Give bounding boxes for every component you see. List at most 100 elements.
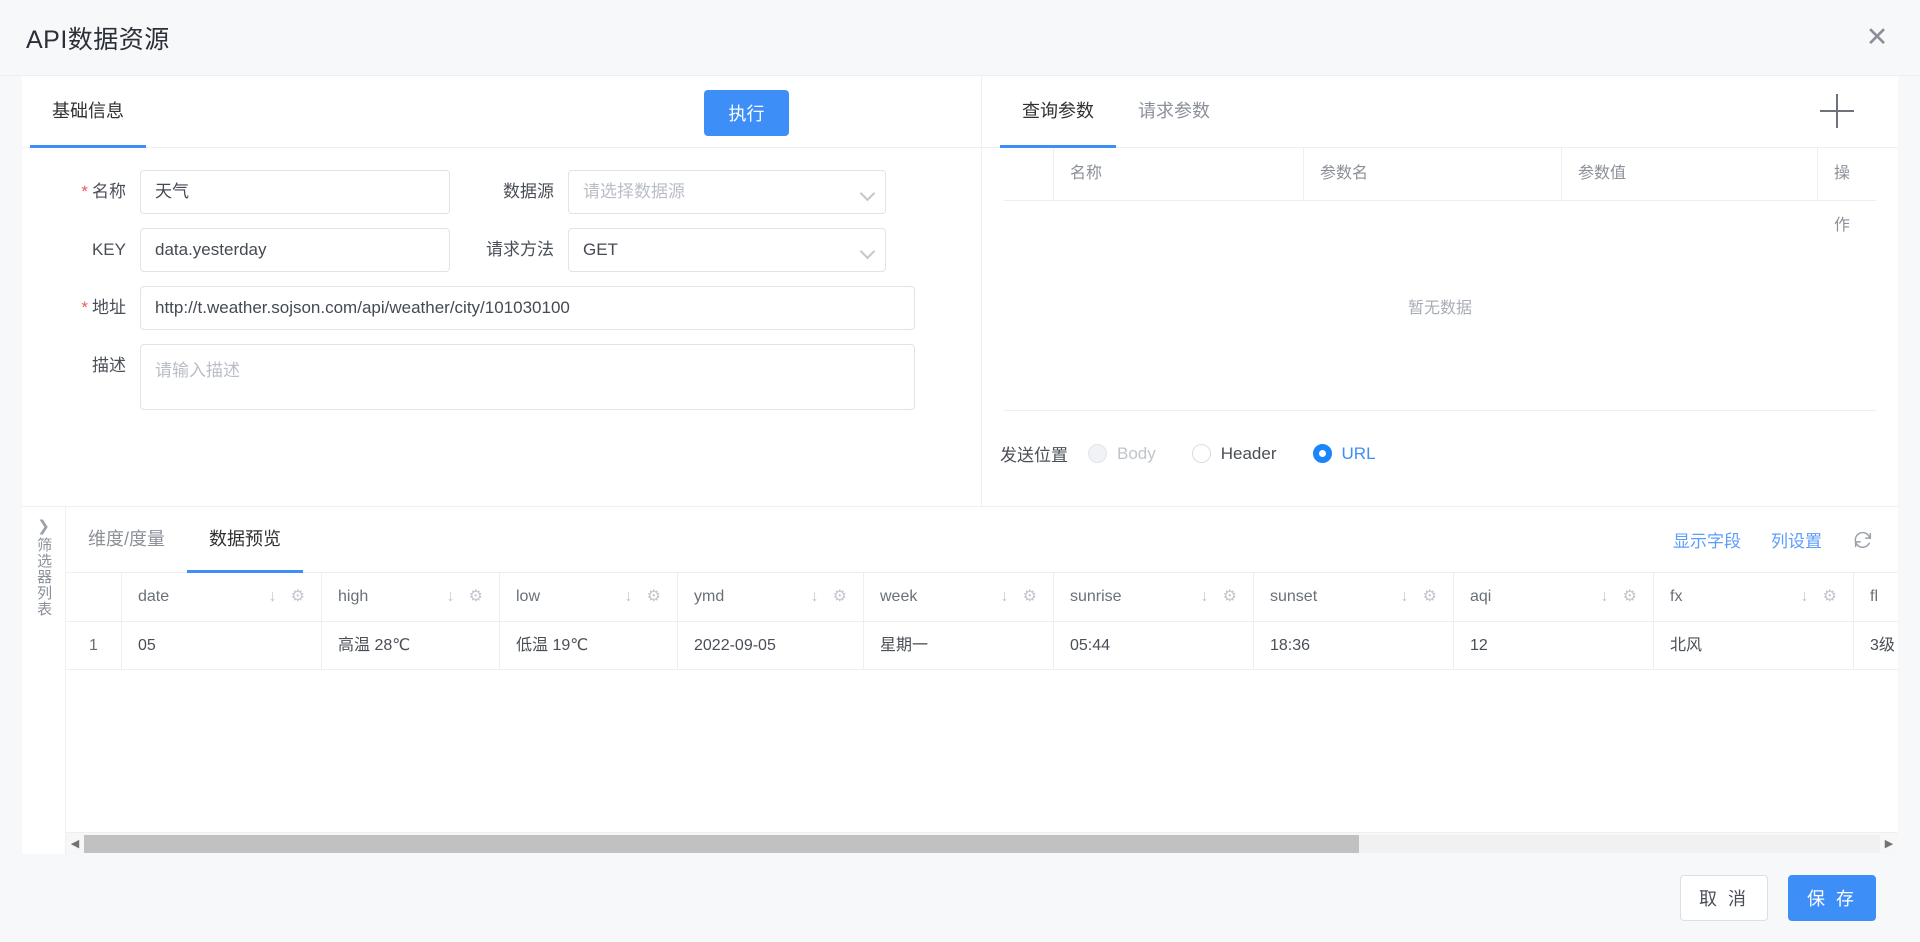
sort-desc-icon[interactable]: ↓: [1801, 573, 1809, 621]
cell-high: 高温 28℃: [322, 622, 500, 670]
column-settings-button[interactable]: 列设置: [1771, 527, 1822, 552]
filter-list-label[interactable]: 筛选器列表: [34, 537, 53, 617]
tab-request-params[interactable]: 请求参数: [1116, 76, 1232, 147]
execute-button[interactable]: 执行: [704, 90, 789, 136]
url-input[interactable]: http://t.weather.sojson.com/api/weather/…: [140, 286, 915, 330]
sort-desc-icon[interactable]: ↓: [1001, 573, 1009, 621]
key-input[interactable]: data.yesterday: [140, 228, 450, 272]
grid-col-low-label: low: [516, 588, 541, 605]
sort-desc-icon[interactable]: ↓: [625, 573, 633, 621]
params-col-param-name: 参数名: [1304, 148, 1562, 200]
radio-header-dot: [1191, 444, 1211, 463]
gear-icon[interactable]: ⚙: [469, 573, 483, 621]
scroll-right-arrow-icon[interactable]: ▶: [1880, 837, 1898, 850]
datasource-select[interactable]: 请选择数据源: [568, 170, 886, 214]
field-method-label: 请求方法: [486, 240, 554, 259]
grid-col-index: [66, 573, 122, 621]
gear-icon[interactable]: ⚙: [1823, 573, 1837, 621]
sort-desc-icon[interactable]: ↓: [269, 573, 277, 621]
cell-ymd: 2022-09-05: [678, 622, 864, 670]
grid-col-date[interactable]: date ↓ ⚙: [122, 573, 322, 621]
grid-col-sunset-icons: ↓ ⚙: [1401, 573, 1437, 621]
field-datasource: 数据源 请选择数据源: [450, 170, 886, 214]
sort-desc-icon[interactable]: ↓: [811, 573, 819, 621]
grid-col-sunset[interactable]: sunset ↓ ⚙: [1254, 573, 1454, 621]
params-col-actions: 操作: [1834, 165, 1851, 234]
save-button[interactable]: 保 存: [1788, 875, 1876, 921]
grid-col-ymd[interactable]: ymd ↓ ⚙: [678, 573, 864, 621]
tab-data-preview[interactable]: 数据预览: [187, 507, 304, 573]
radio-url-label: URL: [1341, 443, 1376, 463]
data-grid-header: date ↓ ⚙ high ↓ ⚙ low ↓ ⚙ ymd ↓ ⚙ week ↓…: [66, 573, 1898, 622]
grid-col-high[interactable]: high ↓ ⚙: [322, 573, 500, 621]
grid-col-date-icons: ↓ ⚙: [269, 573, 305, 621]
sort-desc-icon[interactable]: ↓: [447, 573, 455, 621]
field-datasource-label: 数据源: [503, 182, 554, 201]
tab-query-params[interactable]: 查询参数: [1000, 76, 1116, 148]
gear-icon[interactable]: ⚙: [833, 573, 847, 621]
chevron-down-icon: [859, 185, 876, 202]
sort-desc-icon[interactable]: ↓: [1401, 573, 1409, 621]
params-col-name: 名称: [1054, 148, 1304, 200]
gear-icon[interactable]: ⚙: [291, 573, 305, 621]
filter-list-rail[interactable]: ❯ 筛选器列表: [22, 507, 66, 854]
cancel-button[interactable]: 取 消: [1680, 875, 1768, 921]
show-fields-button[interactable]: 显示字段: [1673, 527, 1741, 552]
add-param-icon[interactable]: [1820, 94, 1854, 128]
grid-col-ymd-label: ymd: [694, 588, 725, 605]
preview-section: ❯ 筛选器列表 维度/度量 数据预览 显示字段 列设置 date ↓ ⚙ hig…: [22, 506, 1898, 854]
grid-col-week[interactable]: week ↓ ⚙: [864, 573, 1054, 621]
cell-date: 05: [122, 622, 322, 670]
horizontal-scrollbar[interactable]: ◀ ▶: [66, 832, 1898, 854]
params-table: 名称 参数名 参数值 操作 暂无数据: [1004, 148, 1876, 411]
tab-query-params-label: 查询参数: [1022, 101, 1094, 121]
field-name: * 名称 天气: [22, 170, 450, 214]
scroll-left-arrow-icon[interactable]: ◀: [66, 837, 84, 850]
scrollbar-thumb[interactable]: [84, 834, 1360, 853]
tab-basic-info[interactable]: 基础信息: [30, 76, 146, 148]
radio-header[interactable]: Header: [1191, 443, 1277, 464]
grid-col-low[interactable]: low ↓ ⚙: [500, 573, 678, 621]
data-grid-inner: date ↓ ⚙ high ↓ ⚙ low ↓ ⚙ ymd ↓ ⚙ week ↓…: [66, 573, 1898, 670]
grid-col-fx[interactable]: fx ↓ ⚙: [1654, 573, 1854, 621]
grid-col-fx-icons: ↓ ⚙: [1801, 573, 1837, 621]
form-row-description: 描述 请输入描述: [22, 344, 981, 410]
description-textarea[interactable]: 请输入描述: [140, 344, 915, 410]
refresh-icon[interactable]: [1852, 529, 1874, 551]
grid-col-fl[interactable]: fl ↓ ⚙: [1854, 573, 1898, 621]
form-row-url: * 地址 http://t.weather.sojson.com/api/weat…: [22, 286, 981, 330]
dialog-footer: 取 消 保 存: [0, 854, 1920, 942]
radio-body[interactable]: Body: [1088, 444, 1156, 464]
form-row-key-method: KEY data.yesterday 请求方法 GET: [22, 228, 981, 272]
field-key: KEY data.yesterday: [22, 228, 450, 272]
chevron-right-icon[interactable]: ❯: [37, 517, 50, 535]
api-data-source-dialog: API数据资源 ✕ 基础信息 执行 * 名称 天气 数据源 请选择数据源 KEY…: [0, 0, 1920, 942]
method-select[interactable]: GET: [568, 228, 886, 272]
grid-col-date-label: date: [138, 588, 170, 605]
name-input[interactable]: 天气: [140, 170, 450, 214]
gear-icon[interactable]: ⚙: [1423, 573, 1437, 621]
close-icon[interactable]: ✕: [1862, 22, 1892, 52]
grid-col-sunrise[interactable]: sunrise ↓ ⚙: [1054, 573, 1254, 621]
cell-fx: 北风: [1654, 622, 1854, 670]
top-section: 基础信息 执行 * 名称 天气 数据源 请选择数据源 KEY data.yest…: [22, 76, 1898, 506]
basic-info-form: * 名称 天气 数据源 请选择数据源 KEY data.yesterday 请求…: [22, 148, 981, 410]
params-tabbar: 查询参数 请求参数: [982, 76, 1898, 148]
preview-tabbar: 维度/度量 数据预览 显示字段 列设置: [66, 507, 1898, 573]
gear-icon[interactable]: ⚙: [1023, 573, 1037, 621]
sort-desc-icon[interactable]: ↓: [1601, 573, 1609, 621]
tab-dimension-measure[interactable]: 维度/度量: [66, 507, 187, 572]
radio-header-label: Header: [1220, 443, 1277, 463]
tab-basic-info-label: 基础信息: [52, 101, 124, 121]
grid-col-aqi[interactable]: aqi ↓ ⚙: [1454, 573, 1654, 621]
grid-col-fl-label: fl: [1870, 588, 1878, 605]
gear-icon[interactable]: ⚙: [1623, 573, 1637, 621]
radio-url[interactable]: URL: [1312, 443, 1376, 464]
scrollbar-track[interactable]: [84, 834, 1880, 853]
preview-actions: 显示字段 列设置: [1643, 507, 1874, 572]
field-description-label: 描述: [92, 356, 126, 375]
table-row[interactable]: 1 05 高温 28℃ 低温 19℃ 2022-09-05 星期一 05:44 …: [66, 622, 1898, 670]
sort-desc-icon[interactable]: ↓: [1201, 573, 1209, 621]
gear-icon[interactable]: ⚙: [1223, 573, 1237, 621]
gear-icon[interactable]: ⚙: [647, 573, 661, 621]
